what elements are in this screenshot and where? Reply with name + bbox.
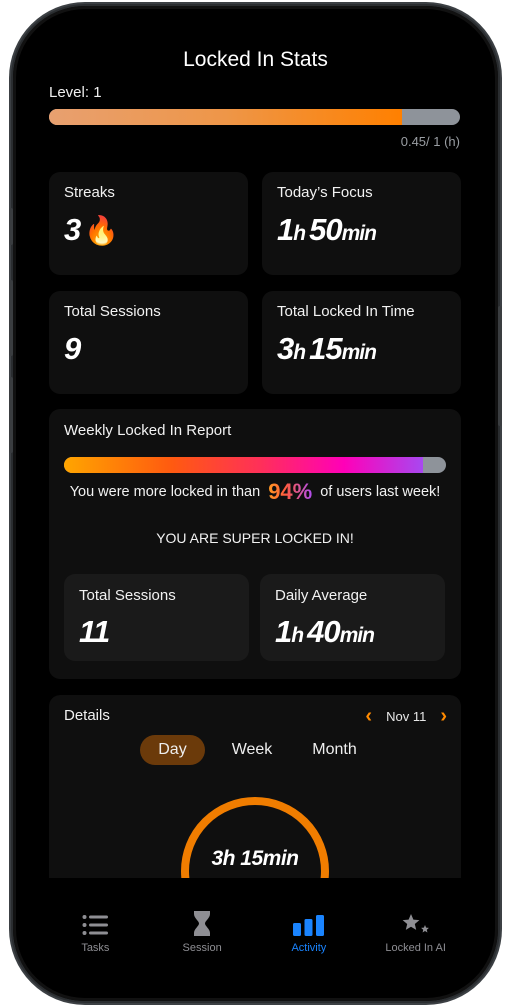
weekly-report-card: Weekly Locked In Report You were more lo… [49,409,461,679]
minutes-unit: min [341,341,377,364]
todays-focus-value: 1h 50min [277,212,377,248]
fire-icon: 🔥 [84,215,119,246]
minutes-value: 15 [309,331,342,366]
hours-unit: h [293,222,306,245]
total-locked-in-time-card: Total Locked In Time 3h 15min [262,291,461,394]
tab-label: Session [182,942,222,954]
total-sessions-value: 9 [64,331,81,366]
volume-up-button [9,280,13,356]
daily-average-label: Daily Average [275,587,368,604]
minutes-unit: min [339,624,375,647]
minutes-unit: min [341,222,377,245]
total-sessions-label: Total Sessions [64,303,161,320]
focus-ring-value: 3h 15min [211,847,299,870]
todays-focus-card: Today’s Focus 1h 50min [262,172,461,275]
minutes-value: 40 [307,614,340,649]
level-progress-bar [49,109,460,125]
total-locked-in-time-label: Total Locked In Time [277,303,415,320]
details-card: Details ‹ Nov 11 › Day Week Month 3h 15m… [49,695,461,878]
screen: Locked In Stats Level: 1 0.45/ 1 (h) Str… [20,14,491,994]
hours-value: 1 [277,212,294,247]
streaks-card: Streaks 3 🔥 [49,172,248,275]
tab-label: Tasks [81,942,110,954]
sparkle-stars-icon [402,908,430,936]
tab-label: Locked In AI [385,942,446,954]
total-sessions-card: Total Sessions 9 [49,291,248,394]
level-label: Level: 1 [49,84,102,101]
list-icon [82,908,109,936]
weekly-report-title: Weekly Locked In Report [64,422,232,439]
hours-unit: h [293,341,306,364]
total-locked-in-time-value: 3h 15min [277,331,377,367]
hourglass-icon [193,908,211,936]
weekly-total-sessions-value: 11 [79,614,110,649]
tab-locked-in-ai[interactable]: Locked In AI [366,878,466,994]
volume-down-button [9,377,13,453]
hours-value: 1 [275,614,292,649]
streaks-label: Streaks [64,184,115,201]
daily-average-value: 1h 40min [275,614,375,650]
weekly-percentile-value: 94% [268,479,313,504]
hours-value: 3 [277,331,294,366]
action-button [9,208,13,245]
weekly-percentile-fill [64,457,424,473]
weekly-total-sessions-card: Total Sessions 11 [64,574,249,661]
minutes-value: 50 [309,212,342,247]
level-progress-value: 0.45/ 1 (h) [400,134,460,149]
page-title: Locked In Stats [183,48,328,71]
bar-chart-icon [293,908,325,936]
weekly-message-prefix: You were more locked in than [69,484,261,500]
tab-label: Activity [291,942,327,954]
details-card-bg: Details ‹ Nov 11 › Day Week Month 3h 15m… [49,695,461,878]
weekly-message-suffix: of users last week! [320,484,441,500]
daily-average-card: Daily Average 1h 40min [260,574,445,661]
tab-activity[interactable]: Activity [259,878,359,994]
power-button [498,306,502,426]
weekly-percentile-bar [64,457,446,473]
tab-session[interactable]: Session [152,878,252,994]
weekly-total-sessions-label: Total Sessions [79,587,176,604]
level-progress-fill [49,109,403,125]
hours-unit: h [291,624,304,647]
weekly-message: You were more locked in than 94% of user… [49,479,461,505]
tab-tasks[interactable]: Tasks [45,878,145,994]
todays-focus-label: Today’s Focus [277,184,373,201]
weekly-status: YOU ARE SUPER LOCKED IN! [156,530,354,546]
streaks-value: 3 [64,212,81,247]
tab-bar: Tasks Session Activity Locked In AI [20,878,491,994]
